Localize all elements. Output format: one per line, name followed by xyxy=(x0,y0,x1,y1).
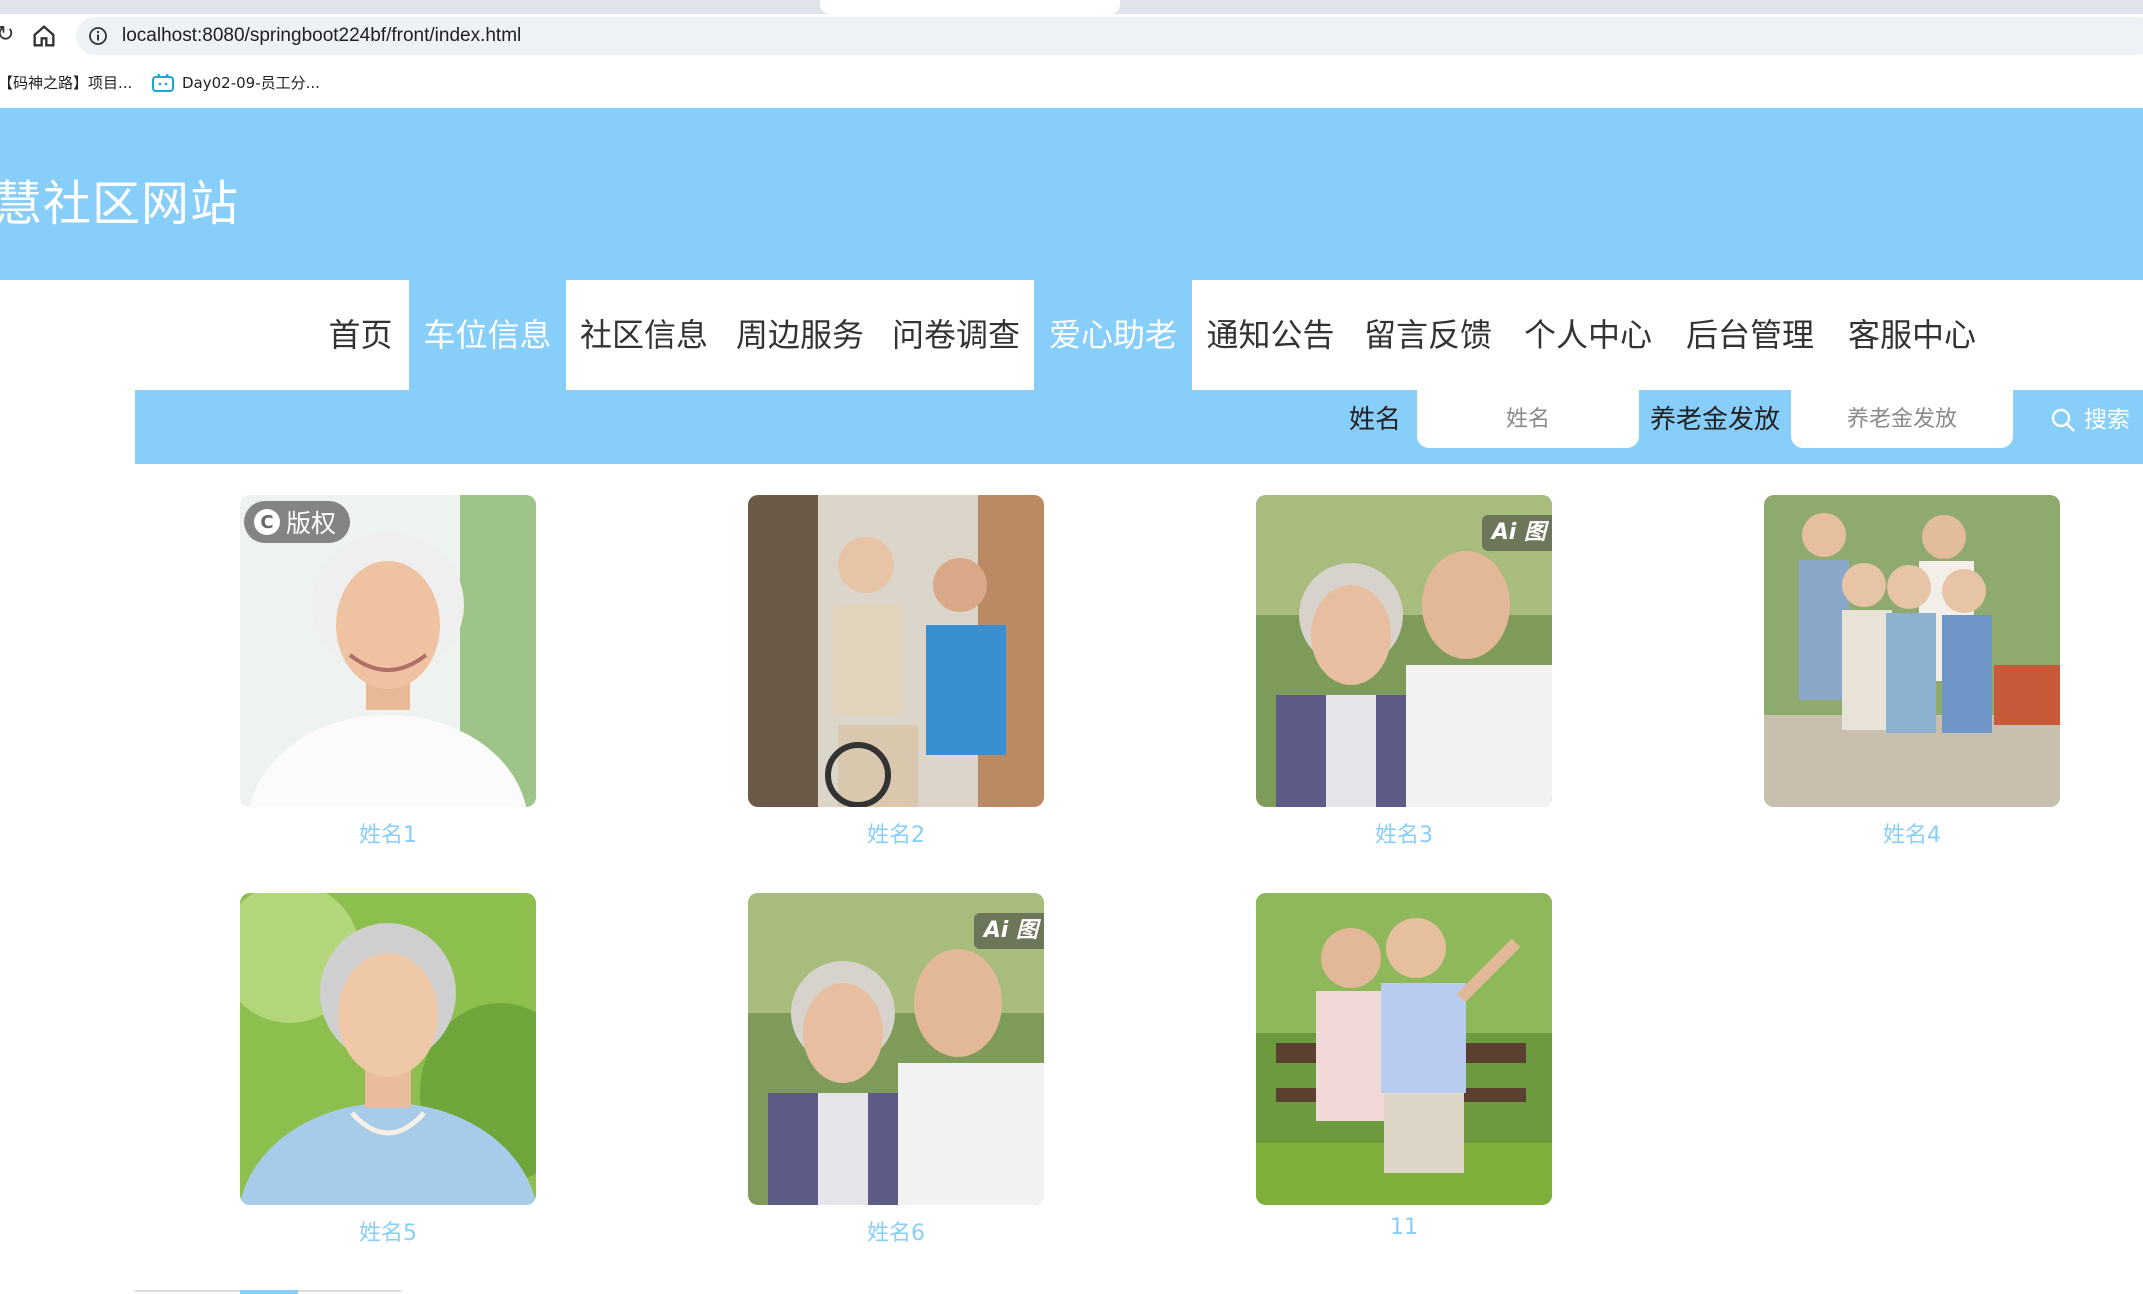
elder-name[interactable]: 11 xyxy=(1256,1215,1552,1240)
nav-item-parking[interactable]: 车位信息 xyxy=(409,280,566,390)
elder-name[interactable]: 姓名4 xyxy=(1764,817,2060,849)
copyright-label: 版权 xyxy=(286,509,337,538)
pension-search-input[interactable] xyxy=(1791,390,2013,448)
copyright-badge: C 版权 xyxy=(244,501,351,543)
nav-item-home[interactable]: 首页 xyxy=(312,280,409,390)
nav-item-elderly-care[interactable]: 爱心助老 xyxy=(1034,280,1192,390)
search-button[interactable]: 搜索 xyxy=(2050,390,2130,450)
elder-card[interactable]: C 版权 姓名1 xyxy=(240,495,536,849)
reload-icon[interactable]: ↻ xyxy=(0,22,14,47)
site-title: 慧社区网站 xyxy=(0,176,240,232)
site-header: 慧社区网站 xyxy=(0,108,2143,280)
browser-toolbar: ↻ localhost:8080/springboot224bf/front/i… xyxy=(0,14,2143,58)
pagination-current[interactable] xyxy=(240,1290,298,1294)
search-bar: 姓名 养老金发放 搜索 xyxy=(135,390,2143,464)
search-icon xyxy=(2051,408,2075,432)
elder-card[interactable]: Ai 图 姓名6 xyxy=(748,893,1044,1247)
pagination xyxy=(135,1290,401,1294)
elder-card[interactable]: 姓名5 xyxy=(240,893,536,1247)
elder-photo[interactable]: Ai 图 xyxy=(1256,495,1552,807)
nav-item-feedback[interactable]: 留言反馈 xyxy=(1349,280,1507,390)
site-info-icon[interactable] xyxy=(88,26,108,46)
elder-photo[interactable]: C 版权 xyxy=(240,495,536,807)
nav-item-notice[interactable]: 通知公告 xyxy=(1192,280,1349,390)
nav-item-admin[interactable]: 后台管理 xyxy=(1669,280,1831,390)
elder-photo[interactable] xyxy=(240,893,536,1205)
bookmarks-bar: 【码神之路】项目... Day02-09-员工分... xyxy=(0,58,2143,109)
elder-card[interactable]: Ai 图 姓名3 xyxy=(1256,495,1552,849)
ai-image-badge: Ai 图 xyxy=(973,913,1044,949)
ai-image-badge: Ai 图 xyxy=(1481,515,1552,551)
elder-photo[interactable] xyxy=(748,495,1044,807)
nav-item-services[interactable]: 周边服务 xyxy=(722,280,878,390)
elder-name[interactable]: 姓名6 xyxy=(748,1215,1044,1247)
elder-name[interactable]: 姓名3 xyxy=(1256,817,1552,849)
search-button-label: 搜索 xyxy=(2084,407,2130,433)
elder-name[interactable]: 姓名2 xyxy=(748,817,1044,849)
nav-item-support[interactable]: 客服中心 xyxy=(1831,280,1993,390)
pension-field-label: 养老金发放 xyxy=(1650,405,1781,435)
name-field-label: 姓名 xyxy=(1349,405,1402,435)
elder-name[interactable]: 姓名1 xyxy=(240,817,536,849)
nav-item-survey[interactable]: 问卷调查 xyxy=(878,280,1034,390)
main-nav: 首页 车位信息 社区信息 周边服务 问卷调查 爱心助老 通知公告 留言反馈 个人… xyxy=(0,280,2143,390)
bookmark-item[interactable]: 【码神之路】项目... xyxy=(0,72,132,93)
browser-active-tab[interactable] xyxy=(820,0,1120,14)
bookmark-item[interactable]: Day02-09-员工分... xyxy=(152,72,320,93)
browser-tab-strip xyxy=(0,0,2143,14)
copyright-icon: C xyxy=(254,509,280,535)
elder-card[interactable]: 姓名2 xyxy=(748,495,1044,849)
elder-photo[interactable]: Ai 图 xyxy=(748,893,1044,1205)
bookmark-label: Day02-09-员工分... xyxy=(182,74,320,92)
elder-card[interactable]: 11 xyxy=(1256,893,1552,1240)
nav-item-profile[interactable]: 个人中心 xyxy=(1507,280,1669,390)
elder-photo[interactable] xyxy=(1764,495,2060,807)
elder-name[interactable]: 姓名5 xyxy=(240,1215,536,1247)
elder-photo[interactable] xyxy=(1256,893,1552,1205)
address-url[interactable]: localhost:8080/springboot224bf/front/ind… xyxy=(122,25,521,47)
elder-card[interactable]: 姓名4 xyxy=(1764,495,2060,849)
address-bar[interactable]: localhost:8080/springboot224bf/front/ind… xyxy=(76,17,2143,55)
home-icon[interactable] xyxy=(30,22,58,50)
name-search-input[interactable] xyxy=(1417,390,1639,448)
nav-item-community[interactable]: 社区信息 xyxy=(566,280,722,390)
bilibili-icon xyxy=(152,73,174,92)
